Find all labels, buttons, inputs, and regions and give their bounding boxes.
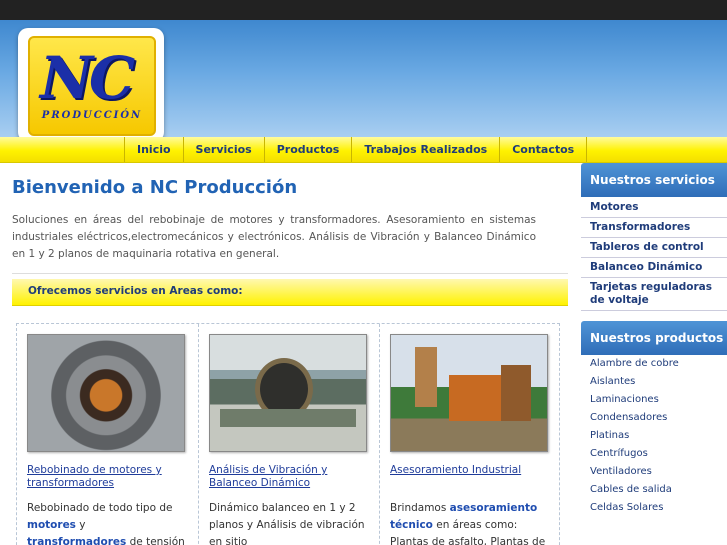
sidebar-item-tableros[interactable]: Tableros de control (581, 238, 727, 258)
nav-link-contactos[interactable]: Contactos (500, 137, 586, 162)
card-text: Brindamos asesoramiento técnico en áreas… (390, 500, 550, 545)
site-logo[interactable]: NC PRODUCCIÓN (18, 28, 164, 142)
logo-badge: NC PRODUCCIÓN (28, 36, 156, 136)
nav-item-productos[interactable]: Productos (263, 137, 352, 162)
sidebar-item-balanceo[interactable]: Balanceo Dinámico (581, 258, 727, 278)
service-card-rebobinado: Rebobinado de motores y transformadores … (17, 324, 197, 545)
card-text-part: y (75, 519, 86, 531)
nav-item-trabajos[interactable]: Trabajos Realizados (351, 137, 499, 162)
web-page: NC PRODUCCIÓN Inicio Servicios Productos… (0, 20, 727, 545)
services-banner: Ofrecemos servicios en Areas como: (12, 279, 568, 306)
nav-link-trabajos[interactable]: Trabajos Realizados (352, 137, 499, 162)
card-title-link[interactable]: Asesoramiento Industrial (390, 464, 521, 476)
service-card-asesoramiento: Asesoramiento Industrial Brindamos aseso… (379, 324, 560, 545)
browser-top-bar (0, 0, 727, 20)
sidebar-product-item[interactable]: Platinas (581, 427, 727, 445)
card-text-part: Rebobinado de todo tipo de (27, 502, 173, 514)
logo-text: NC (40, 44, 135, 112)
card-text-part: Brindamos (390, 502, 450, 514)
nav-item-contactos[interactable]: Contactos (499, 137, 588, 162)
products-list: Alambre de cobre Aislantes Laminaciones … (581, 355, 727, 517)
card-keyword: motores (27, 519, 76, 531)
card-text: Dinámico balanceo en 1 y 2 planos y Anál… (209, 502, 365, 545)
card-title: Rebobinado de motores y transformadores (27, 464, 192, 490)
main-content: Bienvenido a NC Producción Soluciones en… (0, 163, 572, 545)
content-divider (12, 273, 568, 274)
intro-paragraph: Soluciones en áreas del rebobinaje de mo… (12, 214, 536, 260)
card-title-link[interactable]: Rebobinado de motores y transformadores (27, 464, 162, 489)
nav-item-servicios[interactable]: Servicios (182, 137, 264, 162)
sidebar-product-item[interactable]: Laminaciones (581, 391, 727, 409)
nav-item-inicio[interactable]: Inicio (124, 137, 183, 162)
balancing-machine-photo[interactable] (209, 334, 367, 452)
service-card-vibracion: Análisis de Vibración y Balanceo Dinámic… (198, 324, 379, 545)
sidebar-product-item[interactable]: Celdas Solares (581, 499, 727, 517)
card-title: Asesoramiento Industrial (390, 464, 555, 477)
nav-link-servicios[interactable]: Servicios (184, 137, 264, 162)
page-title: Bienvenido a NC Producción (12, 177, 298, 198)
nav-link-productos[interactable]: Productos (265, 137, 352, 162)
services-list: Motores Transformadores Tableros de cont… (581, 197, 727, 311)
sidebar-product-item[interactable]: Alambre de cobre (581, 355, 727, 373)
asphalt-plant-photo[interactable] (390, 334, 548, 452)
sidebar-product-item[interactable]: Aislantes (581, 373, 727, 391)
services-sidebar-title: Nuestros servicios (581, 163, 727, 197)
card-title-link[interactable]: Análisis de Vibración y Balanceo Dinámic… (209, 464, 327, 489)
service-cards: Rebobinado de motores y transformadores … (16, 323, 560, 545)
sidebar-item-tarjetas[interactable]: Tarjetas reguladoras de voltaje (581, 278, 727, 311)
sidebar-product-item[interactable]: Condensadores (581, 409, 727, 427)
site-header: NC PRODUCCIÓN (0, 20, 727, 142)
products-sidebar-title: Nuestros productos (581, 321, 727, 355)
motor-photo[interactable] (27, 334, 185, 452)
sidebar-product-item[interactable]: Ventiladores (581, 463, 727, 481)
sidebar-item-transformadores[interactable]: Transformadores (581, 218, 727, 238)
sidebar-product-item[interactable]: Cables de salida (581, 481, 727, 499)
main-navigation: Inicio Servicios Productos Trabajos Real… (0, 137, 727, 163)
card-keyword: transformadores (27, 536, 127, 545)
sidebar: Nuestros servicios Motores Transformador… (581, 163, 727, 545)
logo-subtext: PRODUCCIÓN (41, 110, 143, 121)
sidebar-item-motores[interactable]: Motores (581, 197, 727, 218)
card-text: Rebobinado de todo tipo de motores y tra… (27, 500, 187, 545)
sidebar-product-item[interactable]: Centrífugos (581, 445, 727, 463)
card-title: Análisis de Vibración y Balanceo Dinámic… (209, 464, 374, 490)
services-banner-title: Ofrecemos servicios en Areas como: (28, 285, 243, 297)
nav-link-inicio[interactable]: Inicio (125, 137, 183, 162)
